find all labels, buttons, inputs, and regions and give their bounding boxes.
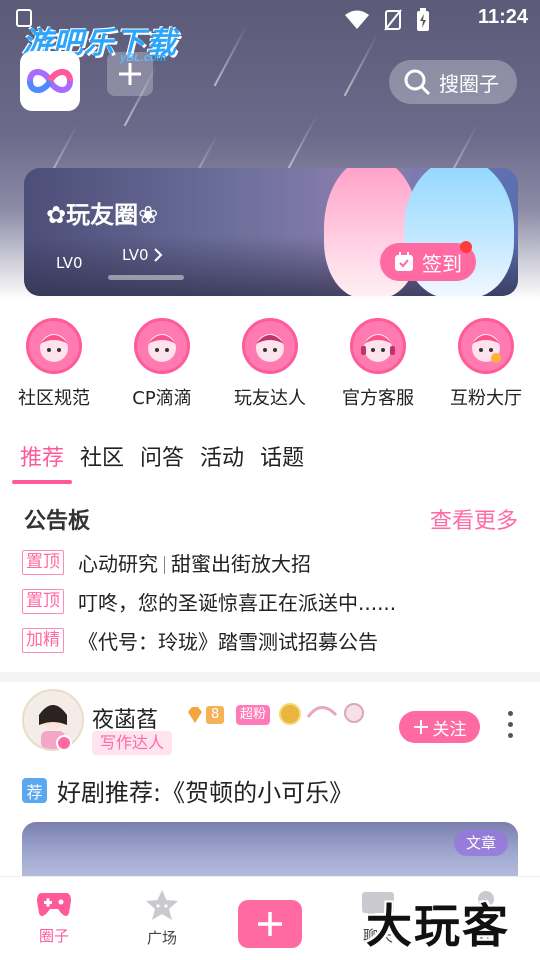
post-title-row[interactable]: 荐 好剧推荐:《贺顿的小可乐》	[22, 773, 353, 808]
level-badge: 8	[186, 705, 225, 725]
category-follow-hall[interactable]: 互粉大厅	[432, 318, 540, 410]
active-tab-indicator	[12, 480, 72, 484]
level-number: 8	[206, 706, 225, 724]
tab-events[interactable]: 活动	[200, 440, 244, 484]
author-title-badge: 写作达人	[92, 731, 173, 755]
tab-qa[interactable]: 问答	[140, 440, 184, 484]
signin-label: 签到	[422, 251, 462, 276]
diamond-icon	[188, 707, 202, 723]
avatar[interactable]	[22, 689, 84, 751]
category-label: 互粉大厅	[450, 388, 522, 409]
follow-label: 关注	[432, 719, 467, 740]
plus-icon	[413, 720, 428, 734]
category-support[interactable]: 官方客服	[324, 318, 432, 410]
notice-item[interactable]: 置顶 心动研究 甜蜜出街放大招	[22, 547, 311, 577]
recommend-tag: 荐	[22, 778, 47, 803]
chevron-right-icon	[153, 248, 162, 262]
post-cover-image[interactable]: 文章	[22, 822, 518, 882]
notification-dot	[460, 241, 472, 253]
category-community-rules[interactable]: 社区规范	[0, 318, 108, 410]
follow-button[interactable]: 关注	[399, 711, 480, 743]
section-divider	[0, 672, 540, 682]
nav-label: 圈子	[38, 927, 69, 945]
character-avatar-icon	[350, 318, 406, 374]
infinity-logo-icon	[26, 69, 74, 93]
search-circle-button[interactable]: 搜圈子	[389, 60, 517, 104]
board-title: 公告板	[24, 509, 91, 534]
circle-name: ✿玩友圈❀	[46, 201, 159, 229]
coin-medal-icon	[279, 703, 301, 725]
search-icon	[404, 69, 431, 96]
post-author[interactable]: 夜菡萏	[92, 702, 158, 734]
status-icons	[344, 8, 430, 32]
nav-circles[interactable]: 圈子	[0, 877, 108, 960]
create-post-button[interactable]	[238, 900, 302, 948]
verified-badge-icon	[56, 735, 72, 751]
more-options-icon[interactable]	[506, 711, 514, 738]
meteor-streak	[343, 33, 379, 97]
nav-create[interactable]	[216, 877, 324, 960]
status-time: 11:24	[477, 6, 528, 28]
category-label: 官方客服	[342, 388, 414, 409]
notice-text: 叮咚，您的圣诞惊喜正在派送中......	[78, 590, 397, 615]
tab-topics[interactable]: 话题	[260, 440, 304, 484]
category-cp[interactable]: CP滴滴	[108, 318, 216, 410]
gamepad-icon	[37, 893, 71, 916]
tab-recommend[interactable]: 推荐	[20, 440, 64, 484]
add-circle-button[interactable]	[107, 52, 153, 96]
signin-button[interactable]: 签到	[380, 241, 476, 281]
category-experts[interactable]: 玩友达人	[216, 318, 324, 410]
notice-text-part: 甜蜜出街放大招	[171, 551, 311, 576]
watermark-bottom: 大玩客	[366, 899, 510, 953]
decoration-badges-icon	[306, 703, 364, 723]
category-label: CP滴滴	[132, 388, 192, 409]
plus-icon	[258, 912, 282, 936]
category-label: 玩友达人	[234, 388, 306, 409]
search-label: 搜圈子	[439, 71, 499, 96]
category-row: 社区规范 CP滴滴 玩友达人 官方客服 互粉大厅	[0, 318, 540, 410]
character-avatar-icon	[134, 318, 190, 374]
notice-tag: 加精	[22, 627, 64, 653]
article-type-badge: 文章	[453, 830, 508, 856]
level-next-label: LV0	[122, 246, 149, 264]
battery-icon	[417, 8, 429, 31]
content-tabs: 推荐 社区 问答 活动 话题	[20, 440, 304, 484]
notice-item[interactable]: 加精 《代号：玲珑》踏雪测试招募公告	[22, 625, 378, 655]
character-avatar-icon	[26, 318, 82, 374]
character-avatar-icon	[242, 318, 298, 374]
plus-icon	[119, 63, 141, 85]
board-more-link[interactable]: 查看更多	[430, 503, 518, 535]
notice-tag: 置顶	[22, 588, 64, 614]
nav-label: 广场	[146, 929, 177, 947]
notice-divider	[164, 556, 165, 574]
notice-tag: 置顶	[22, 549, 64, 575]
meteor-streak	[283, 113, 319, 177]
nav-plaza[interactable]: 广场	[108, 877, 216, 960]
no-signal-icon	[384, 9, 402, 31]
star-icon	[146, 890, 178, 920]
level-next[interactable]: LV0	[122, 246, 163, 264]
post-title: 好剧推荐:《贺顿的小可乐》	[57, 779, 354, 807]
level-current: LV0	[56, 254, 83, 272]
level-progress-bar	[108, 275, 184, 280]
circle-banner[interactable]: ✿玩友圈❀ LV0 LV0 签到	[24, 168, 518, 296]
notice-text: 《代号：玲珑》踏雪测试招募公告	[78, 629, 378, 654]
wifi-icon	[345, 10, 369, 29]
calendar-icon	[395, 252, 413, 271]
category-label: 社区规范	[18, 388, 90, 409]
super-fan-badge: 超粉	[236, 705, 271, 725]
notice-item[interactable]: 置顶 叮咚，您的圣诞惊喜正在派送中......	[22, 586, 396, 616]
notice-text: 心动研究 甜蜜出街放大招	[78, 548, 311, 577]
notice-text-part: 心动研究	[78, 551, 158, 576]
character-avatar-icon	[458, 318, 514, 374]
app-logo[interactable]	[20, 51, 80, 111]
tab-community[interactable]: 社区	[80, 440, 124, 484]
